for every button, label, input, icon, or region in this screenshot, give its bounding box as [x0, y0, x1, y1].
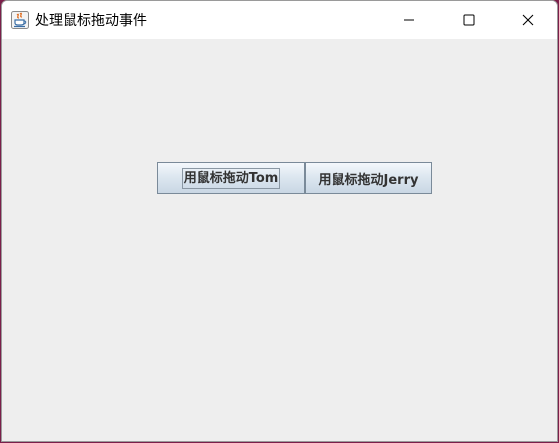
content-pane: 用鼠标拖动Tom 用鼠标拖动Jerry: [2, 39, 557, 441]
close-button[interactable]: [505, 1, 551, 39]
drag-tom-button[interactable]: 用鼠标拖动Tom: [157, 162, 305, 194]
window-title: 处理鼠标拖动事件: [35, 13, 147, 29]
maximize-button[interactable]: [446, 1, 492, 39]
tom-button-label: 用鼠标拖动Tom: [181, 167, 281, 189]
close-icon: [522, 11, 534, 30]
maximize-icon: [463, 11, 475, 30]
drag-jerry-button[interactable]: 用鼠标拖动Jerry: [305, 162, 432, 194]
java-cup-icon: [11, 11, 29, 29]
title-bar[interactable]: 处理鼠标拖动事件: [2, 1, 557, 39]
jerry-button-label: 用鼠标拖动Jerry: [318, 172, 419, 188]
minimize-button[interactable]: [386, 1, 432, 39]
minimize-icon: [403, 11, 415, 30]
app-window: 处理鼠标拖动事件 用鼠标拖动Tom 用鼠标拖动Jerry: [1, 0, 558, 442]
